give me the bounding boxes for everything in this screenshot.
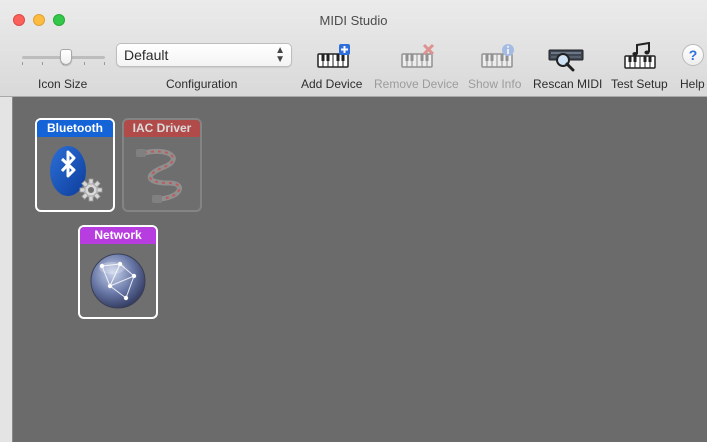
icon-size-label: Icon Size <box>38 77 88 91</box>
slider-tick <box>104 62 105 65</box>
help-icon: ? <box>688 47 698 63</box>
show-info-button[interactable] <box>480 42 516 72</box>
remove-device-label: Remove Device <box>374 77 459 91</box>
midi-studio-window: MIDI Studio Icon Size Default ▲ ▼ Configu… <box>0 0 707 442</box>
icon-size-slider[interactable] <box>22 49 105 65</box>
keyboard-remove-icon <box>401 43 435 68</box>
slider-tick <box>22 62 23 65</box>
left-edge-pane <box>0 97 13 442</box>
keyboard-plus-icon <box>317 44 350 68</box>
test-setup-label: Test Setup <box>611 77 668 91</box>
add-device-button[interactable] <box>316 42 352 72</box>
bluetooth-gear-icon <box>50 146 103 202</box>
test-setup-button[interactable] <box>623 41 659 72</box>
remove-device-button[interactable] <box>400 42 436 72</box>
device-iac-driver[interactable]: IAC Driver <box>122 118 202 212</box>
window-title: MIDI Studio <box>319 13 388 28</box>
configuration-value: Default <box>124 47 169 63</box>
help-label: Help <box>680 77 705 91</box>
device-network[interactable]: Network <box>78 225 158 319</box>
network-globe-icon <box>90 253 146 309</box>
configuration-select[interactable]: Default ▲ ▼ <box>116 43 292 67</box>
device-name: Bluetooth <box>37 120 113 137</box>
slider-tick <box>84 62 85 65</box>
help-button[interactable]: ? <box>682 44 704 66</box>
toolbar: MIDI Studio Icon Size Default ▲ ▼ Configu… <box>0 0 707 97</box>
rescan-midi-button[interactable] <box>548 42 584 72</box>
iac-cable-icon <box>136 148 182 203</box>
keyboard-music-note-icon <box>624 41 656 69</box>
keyboard-info-icon <box>481 44 514 68</box>
show-info-label: Show Info <box>468 77 522 91</box>
slider-thumb[interactable] <box>60 49 72 65</box>
device-name: Network <box>80 227 156 244</box>
configuration-label: Configuration <box>166 77 238 91</box>
rescan-midi-label: Rescan MIDI <box>533 77 603 91</box>
slider-tick <box>42 62 43 65</box>
rescan-magnifier-icon <box>548 49 584 72</box>
device-name: IAC Driver <box>124 120 200 137</box>
device-bluetooth[interactable]: Bluetooth <box>35 118 115 212</box>
chevron-up-down-icon: ▲ ▼ <box>275 45 285 65</box>
add-device-label: Add Device <box>301 77 363 91</box>
